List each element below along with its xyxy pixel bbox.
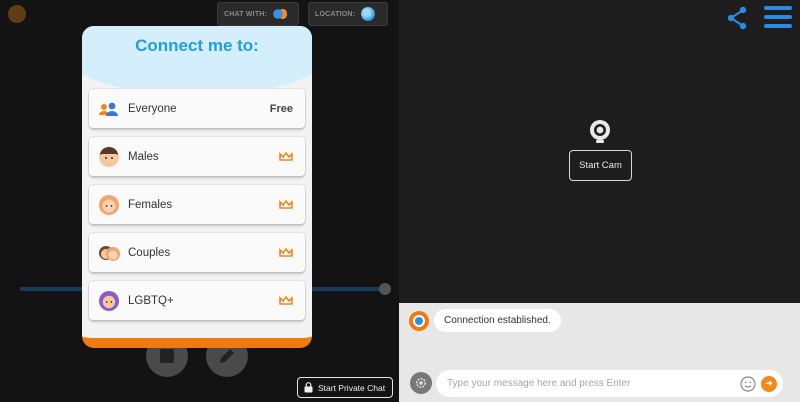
- option-label: Couples: [128, 246, 171, 259]
- couple-avatar-icon: [98, 242, 120, 264]
- logo-mark: [8, 5, 26, 23]
- group-icon: [98, 98, 120, 120]
- site-logo: [8, 5, 35, 23]
- modal-title: Connect me to:: [135, 36, 259, 55]
- webcam-icon: [590, 120, 610, 143]
- message-composer: ➜: [436, 370, 783, 397]
- crown-icon: [279, 199, 293, 210]
- lgbtq-avatar-icon: [98, 290, 120, 312]
- option-label: Females: [128, 198, 173, 211]
- crown-icon: [279, 247, 293, 258]
- emoji-icon[interactable]: [740, 375, 756, 392]
- video-pane-left: CHAT WITH: LOCATION: Start Private Chat …: [0, 0, 399, 402]
- site-logo-icon: [409, 310, 429, 331]
- gender-icon: [273, 7, 288, 21]
- option-couples[interactable]: Couples: [89, 233, 305, 272]
- option-everyone[interactable]: Everyone Free: [89, 89, 305, 128]
- arrow-right-icon: ➜: [765, 378, 773, 388]
- stop-icon: [160, 349, 174, 363]
- pencil-icon: [220, 349, 234, 363]
- location-label: LOCATION:: [315, 10, 356, 18]
- option-lgbtq[interactable]: LGBTQ+: [89, 281, 305, 320]
- gear-icon: [416, 378, 426, 388]
- chat-with-button[interactable]: CHAT WITH:: [217, 2, 299, 26]
- lock-icon: [304, 382, 313, 393]
- connect-modal: Connect me to: Everyone Free Males Femal…: [82, 26, 312, 348]
- video-pane-right: Start Cam Connection established. ➜: [399, 0, 800, 402]
- option-males[interactable]: Males: [89, 137, 305, 176]
- private-chat-label: Start Private Chat: [318, 382, 386, 393]
- settings-button[interactable]: [410, 372, 432, 394]
- crown-icon: [279, 295, 293, 306]
- start-cam-button[interactable]: Start Cam: [569, 150, 632, 181]
- globe-icon: [361, 7, 376, 21]
- progress-knob[interactable]: [379, 283, 391, 295]
- location-button[interactable]: LOCATION:: [308, 2, 388, 26]
- option-label: Everyone: [128, 102, 177, 115]
- send-button[interactable]: ➜: [761, 375, 777, 392]
- crown-icon: [279, 151, 293, 162]
- chat-with-label: CHAT WITH:: [224, 10, 268, 18]
- option-label: Males: [128, 150, 159, 163]
- system-message: Connection established.: [409, 309, 561, 332]
- option-females[interactable]: Females: [89, 185, 305, 224]
- start-private-chat-button[interactable]: Start Private Chat: [297, 377, 393, 398]
- share-icon[interactable]: [725, 6, 749, 30]
- message-input[interactable]: [447, 378, 740, 389]
- hamburger-menu-icon[interactable]: [764, 6, 792, 30]
- logo-wordmark: [30, 5, 35, 23]
- message-bubble: Connection established.: [434, 309, 561, 332]
- male-avatar-icon: [98, 146, 120, 168]
- option-label: LGBTQ+: [128, 294, 174, 307]
- female-avatar-icon: [98, 194, 120, 216]
- connect-options: Everyone Free Males Females Couples LGBT…: [89, 89, 305, 329]
- chat-panel: Connection established. ➜: [399, 303, 800, 402]
- free-badge: Free: [269, 102, 293, 115]
